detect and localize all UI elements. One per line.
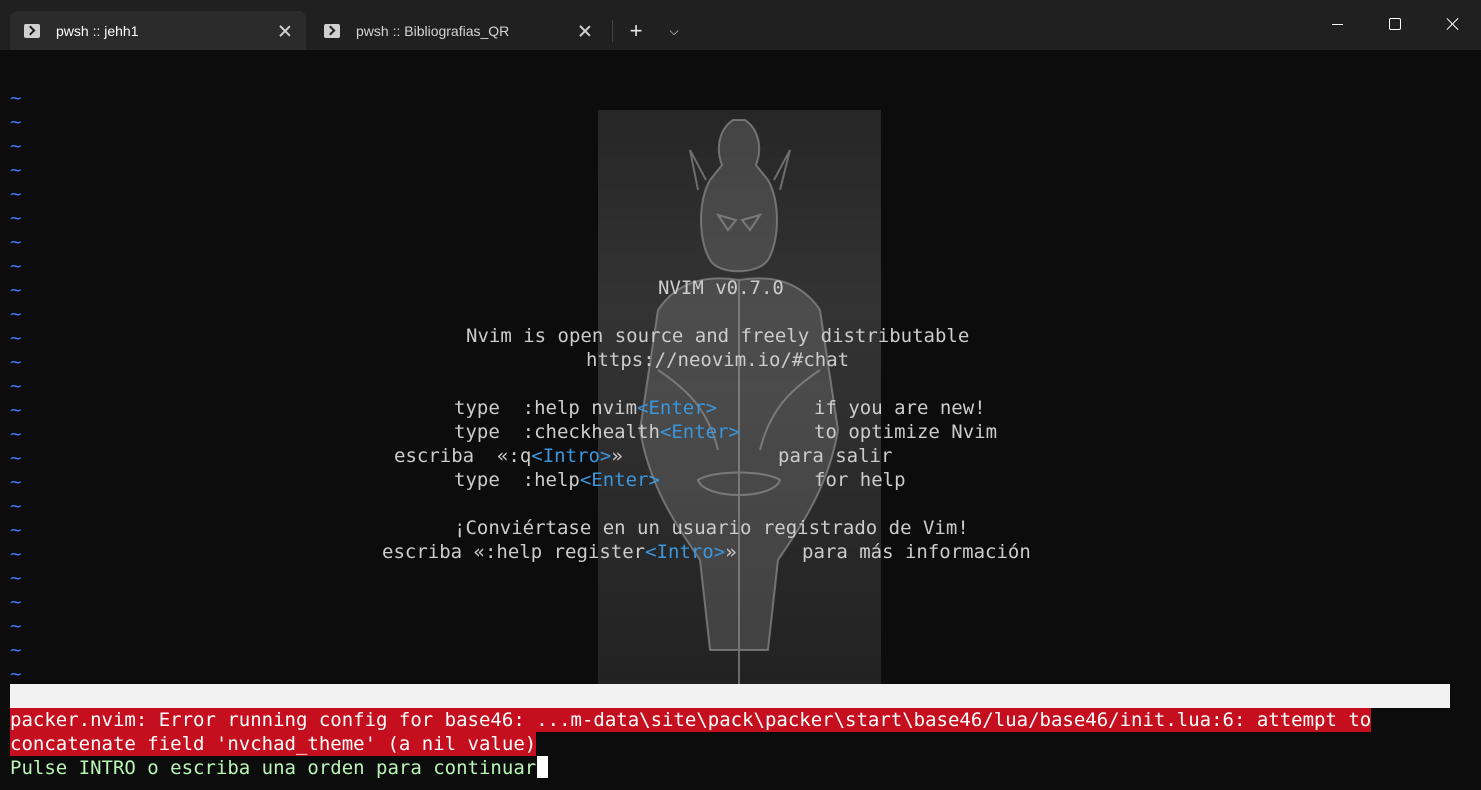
maximize-button[interactable] xyxy=(1366,0,1424,48)
tab-separator xyxy=(612,20,613,42)
intro-line-url: https://neovim.io/#chat xyxy=(586,349,850,371)
command-text: escriba «:help register xyxy=(382,541,646,563)
intro-register: escriba «:help register<Intro>» xyxy=(382,540,737,564)
close-icon xyxy=(1446,17,1460,31)
new-tab-button[interactable]: + xyxy=(620,18,652,44)
intro-quit: escriba «:q<Intro>» xyxy=(394,444,623,468)
empty-line-tilde: ~ xyxy=(10,135,22,157)
intro-checkhealth-desc: to optimize Nvim xyxy=(814,421,998,443)
empty-line-tilde: ~ xyxy=(10,447,22,469)
tab-label: pwsh :: Bibliografias_QR xyxy=(356,22,510,39)
tab-label: pwsh :: jehh1 xyxy=(56,22,139,39)
empty-line-tilde: ~ xyxy=(10,591,22,613)
intro-line-license: Nvim is open source and freely distribut… xyxy=(466,325,970,347)
tab-dropdown-chevron-icon[interactable]: ⌵ xyxy=(662,18,686,44)
powershell-icon xyxy=(324,23,340,38)
error-message-line-1: packer.nvim: Error running config for ba… xyxy=(10,708,1372,732)
empty-line-tilde: ~ xyxy=(10,423,22,445)
empty-line-tilde: ~ xyxy=(10,351,22,373)
tab-pwsh-bibliografias[interactable]: pwsh :: Bibliografias_QR xyxy=(310,11,606,50)
tab-pwsh-jehh1[interactable]: pwsh :: jehh1 xyxy=(10,11,306,50)
empty-line-tilde: ~ xyxy=(10,495,22,517)
intro-register-desc: para más información xyxy=(802,541,1031,563)
intro-help-desc: for help xyxy=(814,469,906,491)
key-hint: <Intro> xyxy=(645,541,726,563)
key-hint: <Enter> xyxy=(659,421,740,443)
minimize-button[interactable] xyxy=(1308,0,1366,48)
empty-line-tilde: ~ xyxy=(10,663,22,685)
empty-line-tilde: ~ xyxy=(10,303,22,325)
empty-line-tilde: ~ xyxy=(10,87,22,109)
command-text: type :checkhealth xyxy=(454,421,660,443)
key-hint: <Enter> xyxy=(637,397,718,419)
close-tab-icon[interactable] xyxy=(578,24,592,38)
status-line xyxy=(10,684,1450,708)
intro-quit-desc: para salir xyxy=(778,445,893,467)
empty-line-tilde: ~ xyxy=(10,207,22,229)
title-bar: pwsh :: jehh1 pwsh :: Bibliografias_QR +… xyxy=(0,0,1481,50)
intro-register-title: ¡Conviértase en un usuario registrado de… xyxy=(454,517,969,539)
text-cursor xyxy=(537,756,549,778)
empty-line-tilde: ~ xyxy=(10,279,22,301)
intro-help: type :help<Enter> xyxy=(454,468,660,492)
key-hint: <Intro> xyxy=(531,445,612,467)
maximize-icon xyxy=(1389,18,1401,30)
intro-help-nvim: type :help nvim<Enter> xyxy=(454,396,717,420)
close-tab-icon[interactable] xyxy=(278,24,292,38)
continue-prompt[interactable]: Pulse INTRO o escriba una orden para con… xyxy=(10,756,549,780)
command-close: » xyxy=(611,445,623,467)
command-text: type :help nvim xyxy=(454,397,638,419)
terminal-pane[interactable]: ~ ~ ~ ~ ~ ~ ~ ~ ~ ~ ~ ~ ~ ~ ~ ~ ~ ~ ~ ~ ~ ~ ~ ~ ~ NVIM v0.7.0 Nv… xyxy=(0,50,1481,790)
empty-line-tilde: ~ xyxy=(10,183,22,205)
intro-help-nvim-desc: if you are new! xyxy=(814,397,986,419)
command-text: type :help xyxy=(454,469,580,491)
error-message-line-2: concatenate field 'nvchad_theme' (a nil … xyxy=(10,732,537,756)
empty-line-tilde: ~ xyxy=(10,519,22,541)
command-text: escriba «:q xyxy=(394,445,532,467)
empty-line-tilde: ~ xyxy=(10,327,22,349)
close-window-button[interactable] xyxy=(1424,0,1481,48)
empty-line-tilde: ~ xyxy=(10,159,22,181)
empty-line-tilde: ~ xyxy=(10,543,22,565)
empty-line-tilde: ~ xyxy=(10,111,22,133)
empty-line-tilde: ~ xyxy=(10,615,22,637)
empty-line-tilde: ~ xyxy=(10,255,22,277)
empty-line-tilde: ~ xyxy=(10,639,22,661)
empty-line-tilde: ~ xyxy=(10,375,22,397)
prompt-text: Pulse INTRO o escriba una orden para con… xyxy=(10,757,537,779)
empty-line-tilde: ~ xyxy=(10,231,22,253)
empty-line-tilde: ~ xyxy=(10,567,22,589)
powershell-icon xyxy=(24,23,40,38)
intro-checkhealth: type :checkhealth<Enter> xyxy=(454,420,740,444)
empty-line-tilde: ~ xyxy=(10,399,22,421)
key-hint: <Enter> xyxy=(579,469,660,491)
nvim-version: NVIM v0.7.0 xyxy=(658,277,784,299)
empty-line-tilde: ~ xyxy=(10,471,22,493)
minimize-icon xyxy=(1331,23,1343,25)
command-close: » xyxy=(725,541,737,563)
